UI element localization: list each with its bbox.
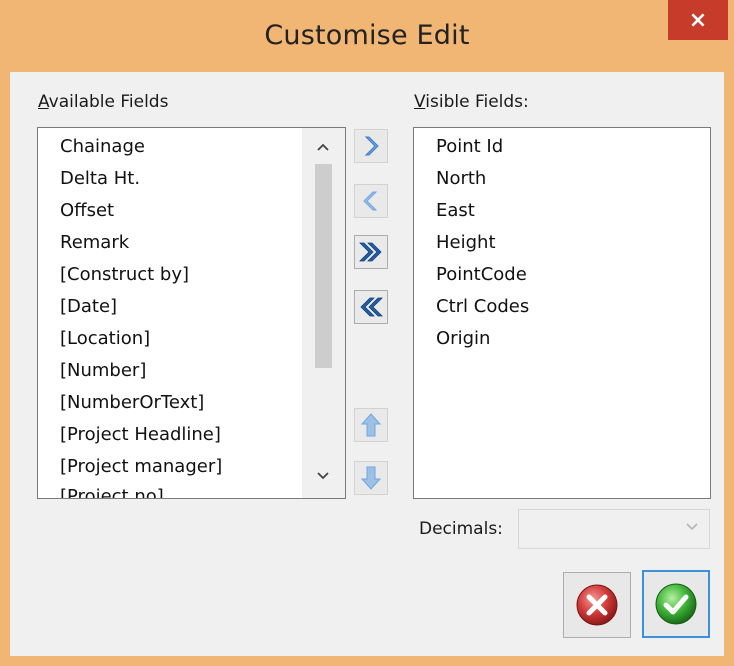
visible-label-mnemonic: V	[414, 92, 426, 112]
move-down-button[interactable]	[354, 461, 388, 495]
arrow-up-icon	[360, 413, 382, 437]
scroll-thumb[interactable]	[315, 164, 332, 368]
list-item[interactable]: PointCode	[436, 264, 527, 285]
ok-icon	[655, 583, 697, 625]
list-item[interactable]: [Project manager]	[60, 456, 222, 477]
visible-fields-label: Visible Fields:	[414, 92, 529, 112]
list-item[interactable]: [Number]	[60, 360, 146, 381]
list-item[interactable]: Ctrl Codes	[436, 296, 529, 317]
list-item[interactable]: [Project Headline]	[60, 424, 221, 445]
decimals-label: Decimals:	[419, 519, 503, 539]
available-label-mnemonic: A	[38, 92, 49, 112]
available-fields-list[interactable]: Chainage Delta Ht. Offset Remark [Constr…	[37, 127, 346, 499]
move-all-left-icon	[360, 297, 383, 317]
customise-edit-dialog: Customise Edit × Available Fields Chaina…	[0, 0, 734, 666]
move-right-icon	[364, 136, 379, 156]
chevron-down-icon	[686, 523, 698, 531]
move-right-button[interactable]	[354, 129, 388, 163]
list-item[interactable]: [Location]	[60, 328, 150, 349]
move-all-right-icon	[359, 242, 382, 262]
scroll-up-icon[interactable]	[311, 136, 335, 158]
list-item[interactable]: North	[436, 168, 486, 189]
move-all-left-button[interactable]	[354, 290, 388, 324]
available-label-text: vailable Fields	[48, 92, 169, 112]
close-button[interactable]: ×	[668, 0, 728, 40]
list-item[interactable]: [Date]	[60, 296, 117, 317]
move-left-icon	[363, 191, 378, 211]
window-title: Customise Edit	[264, 20, 470, 51]
close-icon: ×	[688, 7, 708, 33]
visible-label-text: isible Fields:	[425, 92, 529, 112]
cancel-button[interactable]	[563, 572, 631, 638]
list-item[interactable]: Point Id	[436, 136, 503, 157]
move-left-button[interactable]	[354, 184, 388, 218]
list-item[interactable]: [NumberOrText]	[60, 392, 204, 413]
list-item[interactable]: Origin	[436, 328, 490, 349]
list-item[interactable]: East	[436, 200, 475, 221]
list-item[interactable]: Offset	[60, 200, 114, 221]
decimals-combo[interactable]	[518, 509, 710, 549]
list-item[interactable]: Delta Ht.	[60, 168, 140, 189]
visible-fields-list[interactable]: Point Id North East Height PointCode Ctr…	[413, 127, 711, 499]
cancel-icon	[576, 584, 618, 626]
dialog-body: Available Fields Chainage Delta Ht. Offs…	[10, 72, 724, 656]
available-fields-label: Available Fields	[38, 92, 168, 112]
list-item[interactable]: Chainage	[60, 136, 145, 157]
arrow-down-icon	[360, 466, 382, 490]
title-bar[interactable]: Customise Edit ×	[0, 0, 734, 72]
list-item[interactable]: [Project no]	[60, 486, 164, 498]
ok-button[interactable]	[642, 570, 710, 638]
list-item[interactable]: Height	[436, 232, 496, 253]
scroll-down-icon[interactable]	[311, 465, 335, 487]
move-up-button[interactable]	[354, 408, 388, 442]
list-item[interactable]: [Construct by]	[60, 264, 189, 285]
move-all-right-button[interactable]	[354, 235, 388, 269]
vertical-scrollbar[interactable]	[302, 128, 345, 498]
list-item[interactable]: Remark	[60, 232, 129, 253]
